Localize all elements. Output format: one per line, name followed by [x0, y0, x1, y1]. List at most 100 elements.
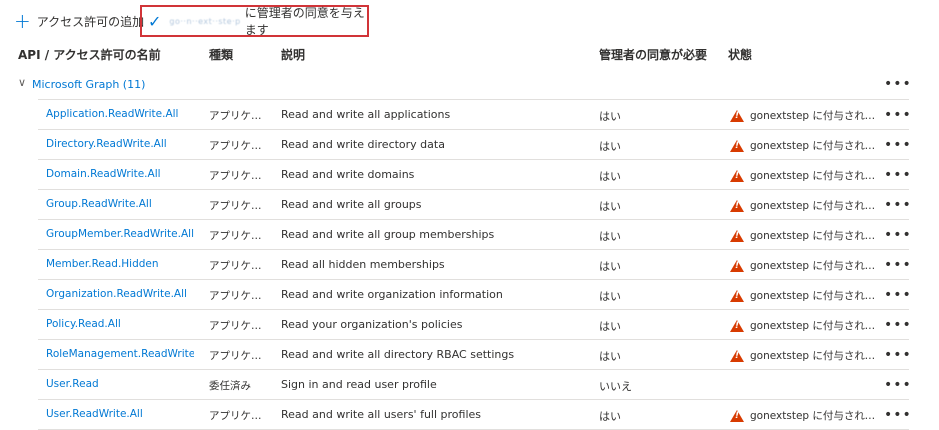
permission-description: Read and write all groups — [281, 198, 422, 211]
admin-consent-required: はい — [599, 140, 621, 153]
permission-description: Read and write all group memberships — [281, 228, 495, 241]
group-microsoft-graph[interactable]: ∨ Microsoft Graph (11) — [16, 74, 909, 96]
permission-description: Read and write all users' full profiles — [281, 408, 482, 421]
permission-description: Read and write organization information — [281, 288, 503, 301]
status-cell: gonextstep に付与されて... — [730, 108, 880, 123]
status-text: gonextstep に付与されて... — [750, 140, 876, 152]
permission-description: Read and write directory data — [281, 138, 445, 151]
permission-name-link[interactable]: GroupMember.ReadWrite.All — [46, 228, 194, 240]
warning-icon — [730, 139, 744, 152]
permission-type: 委任済み — [209, 380, 251, 392]
status-text: gonextstep に付与されて... — [750, 110, 876, 122]
row-more-options-button[interactable]: ••• — [884, 198, 912, 212]
permission-name-link[interactable]: Application.ReadWrite.All — [46, 108, 194, 120]
admin-consent-required: いいえ — [599, 380, 632, 393]
row-more-options-button[interactable]: ••• — [884, 378, 912, 392]
permission-description: Sign in and read user profile — [281, 378, 437, 391]
add-permission-button[interactable]: + アクセス許可の追加 — [14, 10, 144, 32]
permission-description: Read and write all directory RBAC settin… — [281, 348, 515, 361]
table-row: GroupMember.ReadWrite.All アプリケーシ... Read a… — [38, 220, 912, 250]
row-more-options-button[interactable]: ••• — [884, 408, 912, 422]
permission-name-link[interactable]: Organization.ReadWrite.All — [46, 288, 194, 300]
permission-type: アプリケーシ... — [209, 200, 271, 212]
plus-icon: + — [14, 9, 31, 33]
grant-consent-label: に管理者の同意を与えます — [244, 6, 365, 37]
permission-name-link[interactable]: Member.Read.Hidden — [46, 258, 194, 270]
add-permission-label: アクセス許可の追加 — [36, 14, 145, 29]
table-row: User.ReadWrite.All アプリケーシ... Read and writ… — [38, 400, 912, 430]
permission-description: Read and write domains — [281, 168, 415, 181]
row-more-options-button[interactable]: ••• — [884, 228, 912, 242]
admin-consent-required: はい — [599, 200, 621, 213]
admin-consent-required: はい — [599, 350, 621, 363]
status-cell: gonextstep に付与されて... — [730, 258, 880, 273]
permission-description: Read your organization's policies — [281, 318, 463, 331]
group-label: Microsoft Graph (11) — [32, 78, 146, 91]
permission-name-link[interactable]: User.ReadWrite.All — [46, 408, 194, 420]
row-more-options-button[interactable]: ••• — [884, 318, 912, 332]
admin-consent-required: はい — [599, 290, 621, 303]
admin-consent-required: はい — [599, 170, 621, 183]
status-cell: gonextstep に付与されて... — [730, 198, 880, 213]
permission-type: アプリケーシ... — [209, 140, 271, 152]
permission-name-link[interactable]: Domain.ReadWrite.All — [46, 168, 194, 180]
warning-icon — [730, 319, 744, 332]
row-more-options-button[interactable]: ••• — [884, 258, 912, 272]
grant-admin-consent-button[interactable]: ✓ go··n··ext··ste·p に管理者の同意を与えます — [140, 5, 369, 37]
chevron-down-icon: ∨ — [18, 76, 27, 89]
tenant-name-blurred: go··n··ext··ste·p — [169, 16, 241, 26]
status-text: gonextstep に付与されて... — [750, 170, 876, 182]
column-header-description: 説明 — [281, 48, 306, 62]
warning-icon — [730, 349, 744, 362]
table-row: Application.ReadWrite.All アプリケーシ... Read a… — [38, 99, 912, 130]
command-bar: + アクセス許可の追加 ✓ go··n··ext··ste·p に管理者の同意を… — [0, 0, 939, 44]
permission-type: アプリケーシ... — [209, 320, 271, 332]
status-text: gonextstep に付与されて... — [750, 350, 876, 362]
permission-type: アプリケーシ... — [209, 290, 271, 302]
status-text: gonextstep に付与されて... — [750, 200, 876, 212]
row-more-options-button[interactable]: ••• — [884, 288, 912, 302]
column-header-api: API / アクセス許可の名前 — [18, 48, 161, 62]
permission-name-link[interactable]: Policy.Read.All — [46, 318, 194, 330]
warning-icon — [730, 289, 744, 302]
warning-icon — [730, 109, 744, 122]
status-cell: gonextstep に付与されて... — [730, 408, 880, 423]
permission-type: アプリケーシ... — [209, 350, 271, 362]
permission-description: Read and write all applications — [281, 108, 451, 121]
permission-name-link[interactable]: RoleManagement.ReadWrite.Dir — [46, 348, 194, 360]
permission-type: アプリケーシ... — [209, 110, 271, 122]
group-more-options-button[interactable]: ••• — [884, 77, 912, 91]
row-more-options-button[interactable]: ••• — [884, 108, 912, 122]
permission-name-link[interactable]: Group.ReadWrite.All — [46, 198, 194, 210]
permission-type: アプリケーシ... — [209, 410, 271, 422]
permission-type: アプリケーシ... — [209, 170, 271, 182]
permission-list: Application.ReadWrite.All アプリケーシ... Read a… — [38, 99, 912, 430]
warning-icon — [730, 229, 744, 242]
table-row: RoleManagement.ReadWrite.Dir アプリケーシ... Rea… — [38, 340, 912, 370]
status-text: gonextstep に付与されて... — [750, 410, 876, 422]
admin-consent-required: はい — [599, 230, 621, 243]
column-header-admin-consent: 管理者の同意が必要 — [599, 48, 708, 62]
status-text: gonextstep に付与されて... — [750, 230, 876, 242]
table-row: Group.ReadWrite.All アプリケーシ... Read and wri… — [38, 190, 912, 220]
column-header-status: 状態 — [728, 48, 753, 62]
table-row: Domain.ReadWrite.All アプリケーシ... Read and wr… — [38, 160, 912, 190]
admin-consent-required: はい — [599, 260, 621, 273]
status-cell: gonextstep に付与されて... — [730, 348, 880, 363]
column-header-type: 種類 — [209, 48, 234, 62]
table-header: API / アクセス許可の名前 種類 説明 管理者の同意が必要 状態 — [0, 44, 939, 64]
permission-name-link[interactable]: Directory.ReadWrite.All — [46, 138, 194, 150]
row-more-options-button[interactable]: ••• — [884, 168, 912, 182]
table-row: User.Read 委任済み Sign in and read user profi… — [38, 370, 912, 400]
status-cell: gonextstep に付与されて... — [730, 318, 880, 333]
table-row: Policy.Read.All アプリケーシ... Read your organi… — [38, 310, 912, 340]
permission-name-link[interactable]: User.Read — [46, 378, 194, 390]
table-row: Directory.ReadWrite.All アプリケーシ... Read and… — [38, 130, 912, 160]
status-text: gonextstep に付与されて... — [750, 260, 876, 272]
permission-type: アプリケーシ... — [209, 230, 271, 242]
warning-icon — [730, 409, 744, 422]
row-more-options-button[interactable]: ••• — [884, 138, 912, 152]
status-cell: gonextstep に付与されて... — [730, 288, 880, 303]
table-row: Organization.ReadWrite.All アプリケーシ... Read … — [38, 280, 912, 310]
row-more-options-button[interactable]: ••• — [884, 348, 912, 362]
